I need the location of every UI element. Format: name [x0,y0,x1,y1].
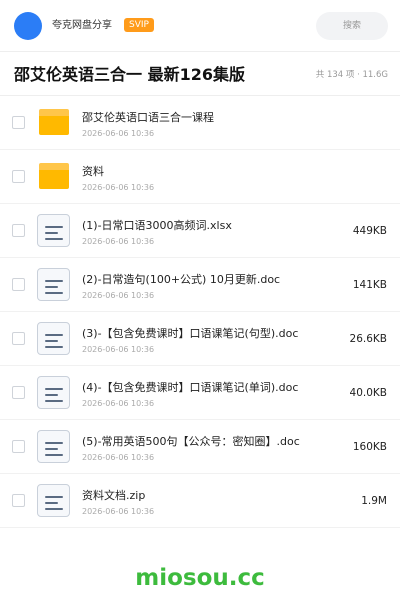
row-checkbox[interactable] [12,116,25,129]
document-icon [37,376,70,409]
document-icon [37,484,70,517]
file-name[interactable]: 邵艾伦英语口语三合一课程 [82,111,332,125]
file-name[interactable]: 资料 [82,165,332,179]
folder-title-bar: 邵艾伦英语三合一 最新126集版 共 134 项 · 11.6G [0,52,400,96]
search-button[interactable]: 搜索 [316,12,388,40]
svip-badge: SVIP [124,18,154,32]
file-name[interactable]: 资料文档.zip [82,489,332,503]
document-icon [37,430,70,463]
file-size: 40.0KB [349,387,387,399]
page-title: 邵艾伦英语三合一 最新126集版 [14,65,245,84]
share-header: 夸克网盘分享 SVIP 搜索 [0,0,400,52]
file-date: 2026-06-06 10:36 [82,507,155,516]
row-checkbox[interactable] [12,386,25,399]
document-icon [37,322,70,355]
file-size: 26.6KB [349,333,387,345]
file-date: 2026-06-06 10:36 [82,183,155,192]
file-row[interactable]: (2)-日常造句(100+公式) 10月更新.doc 2026-06-06 10… [0,258,400,312]
file-list: 邵艾伦英语口语三合一课程 2026-06-06 10:36 资料 2026-06… [0,96,400,528]
sharer-name: 夸克网盘分享 [52,20,112,31]
row-checkbox[interactable] [12,170,25,183]
file-row[interactable]: (3)-【包含免费课时】口语课笔记(句型).doc 2026-06-06 10:… [0,312,400,366]
file-date: 2026-06-06 10:36 [82,453,155,462]
file-size: 449KB [352,225,387,237]
file-name[interactable]: (5)-常用英语500句【公众号：密知圈】.doc [82,435,332,449]
file-date: 2026-06-06 10:36 [82,399,155,408]
file-size: 160KB [352,441,387,453]
file-date: 2026-06-06 10:36 [82,345,155,354]
watermark-text: miosou.cc [135,565,265,591]
file-size: 1.9M [361,495,387,507]
document-icon [37,268,70,301]
avatar[interactable] [14,12,42,40]
folder-summary: 共 134 项 · 11.6G [315,70,388,80]
row-checkbox[interactable] [12,332,25,345]
file-row[interactable]: 资料 2026-06-06 10:36 [0,150,400,204]
file-date: 2026-06-06 10:36 [82,129,155,138]
file-row[interactable]: 资料文档.zip 2026-06-06 10:36 1.9M [0,474,400,528]
file-row[interactable]: (5)-常用英语500句【公众号：密知圈】.doc 2026-06-06 10:… [0,420,400,474]
file-row[interactable]: (4)-【包含免费课时】口语课笔记(单词).doc 2026-06-06 10:… [0,366,400,420]
row-checkbox[interactable] [12,278,25,291]
document-icon [37,214,70,247]
file-name[interactable]: (2)-日常造句(100+公式) 10月更新.doc [82,273,332,287]
row-checkbox[interactable] [12,494,25,507]
file-row[interactable]: (1)-日常口语3000高频词.xlsx 2026-06-06 10:36 44… [0,204,400,258]
folder-icon [39,163,69,189]
file-name[interactable]: (4)-【包含免费课时】口语课笔记(单词).doc [82,381,332,395]
folder-icon [39,109,69,135]
file-name[interactable]: (1)-日常口语3000高频词.xlsx [82,219,332,233]
file-date: 2026-06-06 10:36 [82,237,155,246]
file-size: 141KB [352,279,387,291]
file-name[interactable]: (3)-【包含免费课时】口语课笔记(句型).doc [82,327,332,341]
row-checkbox[interactable] [12,440,25,453]
file-date: 2026-06-06 10:36 [82,291,155,300]
row-checkbox[interactable] [12,224,25,237]
file-row[interactable]: 邵艾伦英语口语三合一课程 2026-06-06 10:36 [0,96,400,150]
